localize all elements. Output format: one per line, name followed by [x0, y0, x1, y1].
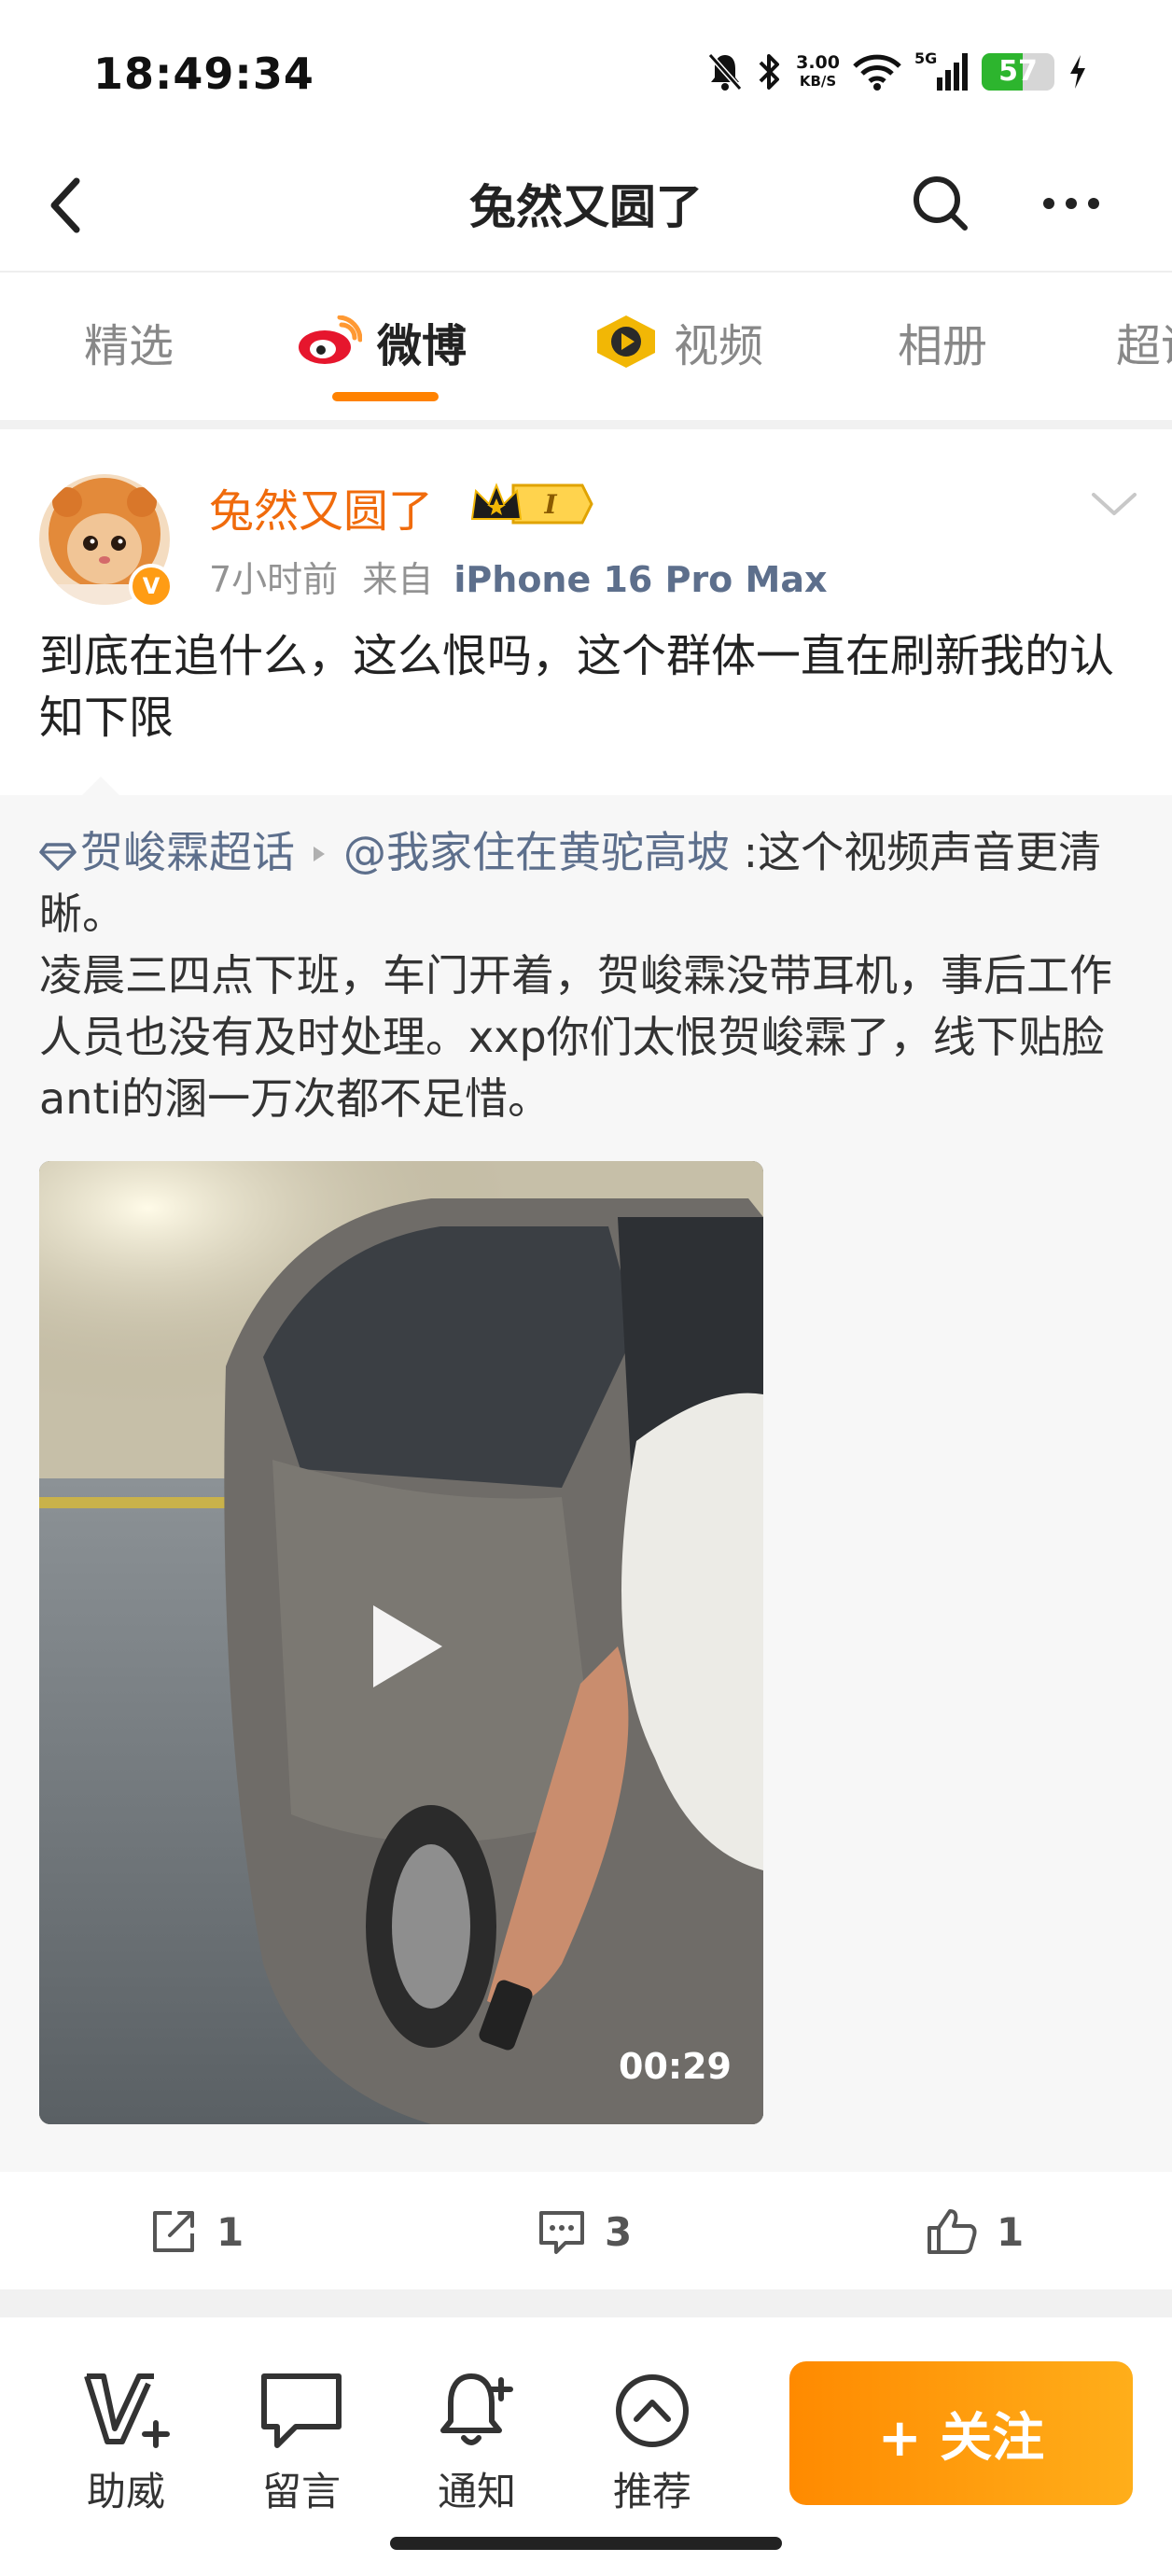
net-speed: 3.00 KB/S — [796, 53, 840, 91]
tab-featured[interactable]: 精选 — [84, 314, 174, 372]
comment-count: 3 — [605, 2208, 633, 2255]
message-button[interactable]: 留言 — [241, 2369, 362, 2517]
cheer-button[interactable]: 助威 — [65, 2369, 187, 2517]
active-tab-indicator — [332, 392, 439, 401]
repost-body: 凌晨三四点下班，车门开着，贺峻霖没带耳机，事后工作人员也没有及时处理。xxp你们… — [39, 950, 1112, 1124]
divider — [0, 2289, 1172, 2317]
mention-link[interactable]: @我家住在黄驼高坡 — [343, 827, 730, 877]
diamond-icon — [39, 843, 77, 871]
toolbar-label: 通知 — [437, 2469, 516, 2514]
tab-label: 相册 — [898, 320, 988, 372]
verified-badge-icon: V — [129, 564, 174, 609]
toolbar-label: 留言 — [261, 2469, 341, 2514]
divider — [0, 420, 1172, 429]
back-arrow-icon[interactable] — [37, 168, 103, 243]
like-count: 1 — [997, 2208, 1025, 2255]
tab-supertopic[interactable]: 超话 — [1116, 314, 1172, 372]
recommend-button[interactable]: 推荐 — [592, 2369, 713, 2517]
weibo-logo-icon — [299, 315, 362, 364]
reposted-content[interactable]: 贺峻霖超话 @我家住在黄驼高坡 :这个视频声音更清晰。 凌晨三四点下班，车门开着，… — [0, 795, 1172, 2172]
like-button[interactable]: 1 — [926, 2204, 1024, 2260]
share-icon — [153, 2211, 194, 2252]
cheer-v-icon — [84, 2373, 170, 2448]
battery-level: 57 — [998, 55, 1038, 88]
bluetooth-icon — [759, 54, 780, 90]
post-text: 到底在追什么，这么恨吗，这个群体一直在刷新我的认知下限 — [39, 630, 1115, 744]
post-time: 7小时前 — [209, 559, 339, 600]
post-action-bar: 1 3 1 — [0, 2172, 1172, 2289]
status-time: 18:49:34 — [93, 49, 314, 99]
charging-icon — [1070, 55, 1085, 89]
follow-button[interactable]: + 关注 — [789, 2361, 1133, 2505]
status-bar: 18:49:34 3.00 KB/S 5G 57 — [0, 0, 1172, 140]
repost-count: 1 — [216, 2208, 244, 2255]
repost-button[interactable]: 1 — [149, 2204, 244, 2260]
tab-label: 微博 — [377, 320, 467, 372]
post-device: iPhone 16 Pro Max — [453, 559, 828, 600]
tab-label: 视频 — [674, 320, 764, 372]
tab-video[interactable]: 视频 — [593, 314, 763, 372]
cellular-signal-icon: 5G — [914, 49, 969, 94]
tab-weibo[interactable]: 微博 — [297, 314, 467, 372]
supertopic-name: 贺峻霖超话 — [80, 827, 295, 877]
message-icon — [261, 2373, 342, 2448]
toolbar-label: 推荐 — [612, 2469, 691, 2514]
video-duration: 00:29 — [619, 2046, 732, 2087]
profile-tabs: 精选 微博 视频 相册 超话 — [0, 274, 1172, 420]
thumbs-up-icon — [928, 2209, 977, 2254]
video-thumbnail[interactable]: 00:29 — [39, 1161, 763, 2124]
tab-label: 精选 — [84, 320, 174, 372]
triangle-right-icon — [314, 847, 325, 861]
tab-label: 超话 — [1116, 320, 1172, 372]
play-icon[interactable] — [364, 1600, 448, 1693]
bell-plus-icon — [440, 2373, 513, 2445]
search-icon[interactable] — [905, 168, 976, 239]
vip-level: I — [543, 489, 557, 520]
chevron-up-circle-icon — [616, 2374, 689, 2447]
battery-icon: 57 — [982, 53, 1054, 91]
comment-icon — [539, 2211, 584, 2254]
notify-button[interactable]: 通知 — [416, 2369, 537, 2517]
status-icons: 3.00 KB/S 5G 57 — [706, 49, 1088, 95]
page-title: 兔然又圆了 — [469, 180, 703, 234]
mute-bell-icon — [707, 53, 743, 91]
author-name[interactable]: 兔然又圆了 — [209, 474, 433, 539]
toolbar-label: 助威 — [86, 2469, 165, 2514]
net-speed-unit: KB/S — [799, 73, 837, 90]
home-indicator[interactable] — [390, 2537, 782, 2550]
comment-button[interactable]: 3 — [537, 2204, 632, 2260]
wifi-icon — [853, 54, 901, 91]
tab-album[interactable]: 相册 — [898, 314, 987, 372]
net-speed-value: 3.00 — [796, 52, 840, 73]
video-hexagon-icon — [597, 315, 655, 368]
repost-notch — [80, 777, 121, 797]
post-source-prefix: 来自 — [362, 559, 434, 600]
post-meta: 7小时前 来自 iPhone 16 Pro Max — [209, 551, 828, 602]
more-icon[interactable] — [1036, 168, 1107, 239]
vip-crown-badge-icon[interactable]: I — [467, 478, 593, 530]
avatar[interactable]: V — [39, 474, 174, 609]
chevron-down-icon[interactable] — [1088, 485, 1140, 523]
supertopic-link[interactable]: 贺峻霖超话 — [39, 827, 295, 877]
nav-header: 兔然又圆了 — [0, 140, 1172, 273]
repost-text: 贺峻霖超话 @我家住在黄驼高坡 :这个视频声音更清晰。 凌晨三四点下班，车门开着，… — [39, 821, 1150, 1129]
